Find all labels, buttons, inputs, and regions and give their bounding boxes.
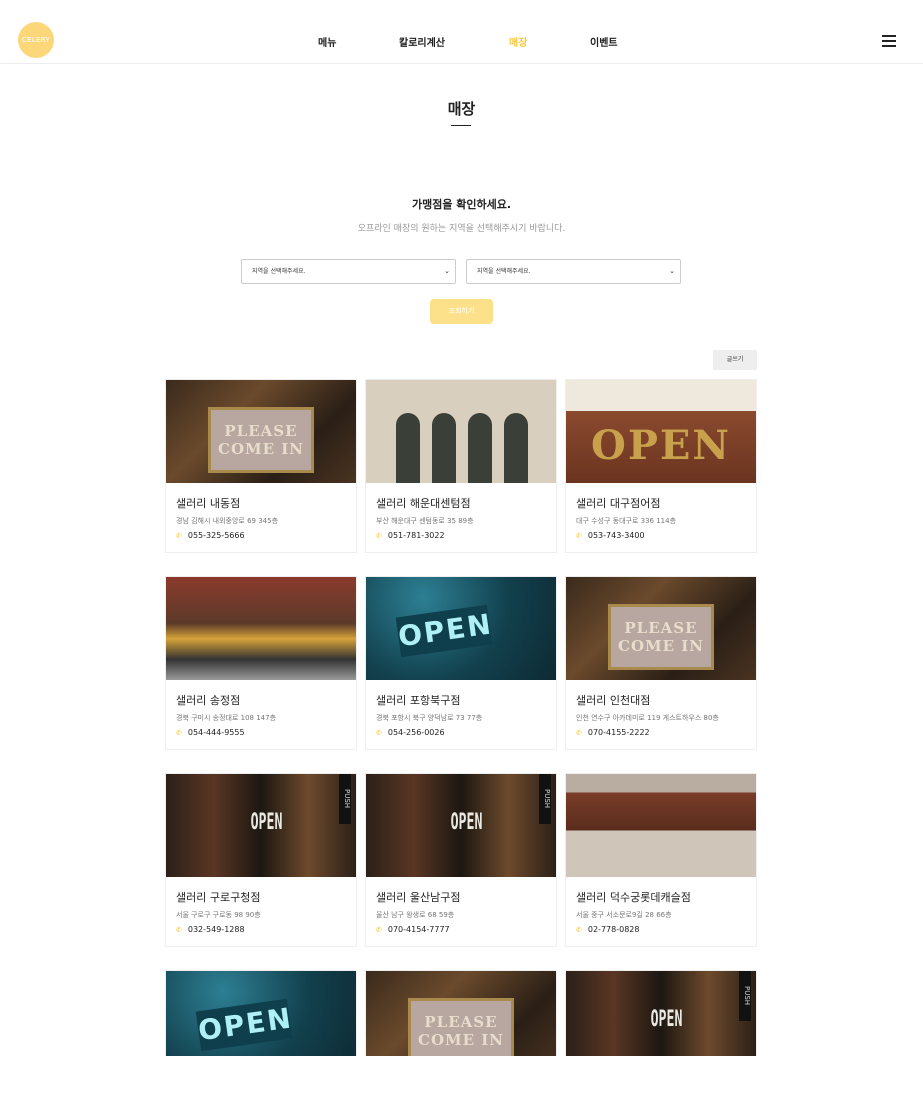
store-name: 샐러리 송정점 [176, 694, 241, 707]
open-sign: OPEN [395, 604, 495, 658]
phone-icon: ✆ [576, 532, 582, 540]
open-sign: OPEN [650, 1007, 683, 1032]
store-address: 서울 중구 서소문로9길 28 66층 [576, 911, 672, 919]
store-name: 샐러리 해운대센텀점 [376, 497, 471, 510]
store-phone: ✆ 053-743-3400 [576, 531, 645, 540]
store-card[interactable]: PLEASE COME IN 샐러리 인천대점 인천 연수구 아카데미로 119 … [565, 576, 757, 750]
please-come-in-sign: PLEASE COME IN [408, 998, 514, 1056]
store-photo: OPEN PUSH [366, 774, 556, 877]
region-select-2[interactable]: 지역을 선택해주세요. ⌄ [466, 259, 681, 284]
store-photo [566, 774, 756, 877]
store-name: 샐러리 울산남구점 [376, 891, 461, 904]
phone-icon: ✆ [576, 729, 582, 737]
store-phone: ✆ 02-778-0828 [576, 925, 640, 934]
please-come-in-sign: PLEASE COME IN [208, 407, 314, 473]
store-card[interactable]: 샐러리 덕수궁롯데캐슬점 서울 중구 서소문로9길 28 66층 ✆ 02-778… [565, 773, 757, 947]
main-nav: 메뉴 칼로리계산 매장 이벤트 [0, 34, 923, 49]
store-address: 대구 수성구 동대구로 336 114층 [576, 517, 677, 525]
store-phone: ✆ 070-4154-7777 [376, 925, 450, 934]
site-header: CELERY 메뉴 칼로리계산 매장 이벤트 [0, 0, 923, 64]
store-address: 울산 남구 왕생로 68 59층 [376, 911, 455, 919]
store-grid: PLEASE COME IN 샐러리 내동점 경남 김해시 내외중앙로 69 34… [165, 379, 758, 1056]
store-photo: PLEASE COME IN [166, 380, 356, 483]
phone-icon: ✆ [376, 729, 382, 737]
store-photo: OPEN [566, 380, 756, 483]
hamburger-icon[interactable] [882, 35, 896, 47]
store-name: 샐러리 덕수궁롯데캐슬점 [576, 891, 691, 904]
phone-icon: ✆ [376, 926, 382, 934]
open-sign: OPEN [591, 421, 731, 469]
store-card[interactable]: OPEN 샐러리 포항북구점 경북 포항시 북구 양덕남로 73 77층 ✆ 05… [365, 576, 557, 750]
nav-item-store[interactable]: 매장 [509, 34, 527, 49]
chevron-down-icon: ⌄ [669, 267, 675, 275]
store-photo: PLEASE COME IN [566, 577, 756, 680]
store-photo [366, 380, 556, 483]
write-button[interactable]: 글쓰기 [713, 350, 757, 370]
intro-subheading: 오프라인 매장의 원하는 지역을 선택해주시기 바랍니다. [357, 224, 566, 234]
store-address: 부산 해운대구 센텀동로 35 89층 [376, 517, 474, 525]
push-label: PUSH [539, 774, 551, 824]
store-phone: ✆ 051-781-3022 [376, 531, 445, 540]
store-card[interactable]: 샐러리 송정점 경북 구미시 송정대로 108 147층 ✆ 054-444-95… [165, 576, 357, 750]
store-card[interactable]: PLEASE COME IN 샐러리 내동점 경남 김해시 내외중앙로 69 34… [165, 379, 357, 553]
store-card[interactable]: PLEASE COME IN [365, 970, 557, 1056]
open-sign: OPEN [195, 998, 295, 1052]
store-address: 경북 구미시 송정대로 108 147층 [176, 714, 277, 722]
store-name: 샐러리 포항북구점 [376, 694, 461, 707]
push-label: PUSH [339, 774, 351, 824]
open-sign: OPEN [250, 810, 283, 835]
store-photo: PLEASE COME IN [366, 971, 556, 1056]
phone-icon: ✆ [576, 926, 582, 934]
phone-icon: ✆ [176, 532, 182, 540]
title-underline [451, 125, 471, 126]
store-phone: ✆ 032-549-1288 [176, 925, 245, 934]
store-photo [166, 577, 356, 680]
store-address: 서울 구로구 구로동 98 90층 [176, 911, 261, 919]
phone-icon: ✆ [176, 729, 182, 737]
region-select-1-value: 지역을 선택해주세요. [252, 268, 306, 275]
store-phone: ✆ 054-444-9555 [176, 728, 245, 737]
store-card[interactable]: OPEN 샐러리 대구점어점 대구 수성구 동대구로 336 114층 ✆ 053… [565, 379, 757, 553]
store-phone: ✆ 054-256-0026 [376, 728, 445, 737]
store-name: 샐러리 대구점어점 [576, 497, 661, 510]
nav-item-menu[interactable]: 메뉴 [318, 34, 336, 49]
store-name: 샐러리 인천대점 [576, 694, 651, 707]
store-phone: ✆ 070-4155-2222 [576, 728, 650, 737]
open-sign: OPEN [450, 810, 483, 835]
chevron-down-icon: ⌄ [444, 267, 450, 275]
intro-heading: 가맹점을 확인하세요. [411, 198, 512, 211]
store-address: 인천 연수구 아카데미로 119 게스트하우스 80층 [576, 714, 719, 722]
phone-icon: ✆ [176, 926, 182, 934]
store-name: 샐러리 구로구청점 [176, 891, 261, 904]
store-card[interactable]: OPEN PUSH [565, 970, 757, 1056]
store-photo: OPEN [366, 577, 556, 680]
search-button[interactable]: 조회하기 [430, 299, 493, 324]
nav-item-calorie[interactable]: 칼로리계산 [399, 34, 445, 49]
region-select-1[interactable]: 지역을 선택해주세요. ⌄ [241, 259, 456, 284]
store-address: 경남 김해시 내외중앙로 69 345층 [176, 517, 279, 525]
store-photo: OPEN PUSH [566, 971, 756, 1056]
store-photo: OPEN PUSH [166, 774, 356, 877]
store-photo: OPEN [166, 971, 356, 1056]
store-card[interactable]: OPEN PUSH 샐러리 울산남구점 울산 남구 왕생로 68 59층 ✆ 070… [365, 773, 557, 947]
please-come-in-sign: PLEASE COME IN [608, 604, 714, 670]
store-phone: ✆ 055-325-5666 [176, 531, 245, 540]
store-name: 샐러리 내동점 [176, 497, 241, 510]
phone-icon: ✆ [376, 532, 382, 540]
store-card[interactable]: OPEN [165, 970, 357, 1056]
store-card[interactable]: 샐러리 해운대센텀점 부산 해운대구 센텀동로 35 89층 ✆ 051-781-… [365, 379, 557, 553]
push-label: PUSH [739, 971, 751, 1021]
page-title: 매장 [447, 100, 476, 118]
store-address: 경북 포항시 북구 양덕남로 73 77층 [376, 714, 483, 722]
nav-item-event[interactable]: 이벤트 [590, 34, 618, 49]
store-card[interactable]: OPEN PUSH 샐러리 구로구청점 서울 구로구 구로동 98 90층 ✆ 03… [165, 773, 357, 947]
region-select-2-value: 지역을 선택해주세요. [477, 268, 531, 275]
